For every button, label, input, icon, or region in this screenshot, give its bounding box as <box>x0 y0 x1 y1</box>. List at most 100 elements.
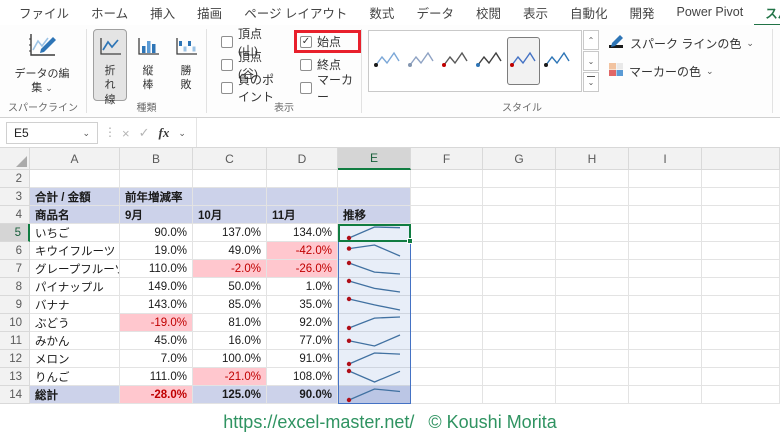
cell-header-推移[interactable]: 推移 <box>338 206 411 224</box>
cell-value-13-3[interactable]: 108.0% <box>267 368 338 386</box>
tab-表示[interactable]: 表示 <box>512 0 559 27</box>
cell[interactable] <box>702 206 780 224</box>
cell[interactable] <box>629 170 702 188</box>
column-header-F[interactable]: F <box>411 148 483 170</box>
column-header-A[interactable]: A <box>30 148 120 170</box>
row-header-2[interactable]: 2 <box>0 170 30 188</box>
edit-data-button[interactable]: データの編集 ⌄ <box>6 30 78 102</box>
checkbox-first-point[interactable]: ✓ 始点 <box>293 30 361 53</box>
cell-value-5-2[interactable]: 137.0% <box>193 224 267 242</box>
cell[interactable] <box>411 260 483 278</box>
cell[interactable] <box>483 224 556 242</box>
cell[interactable] <box>629 314 702 332</box>
cell[interactable] <box>193 188 267 206</box>
cell[interactable] <box>629 224 702 242</box>
style-thumbnail-6[interactable] <box>541 37 574 85</box>
tab-データ[interactable]: データ <box>405 0 465 27</box>
cell-value-12-3[interactable]: 91.0% <box>267 350 338 368</box>
cell[interactable] <box>629 260 702 278</box>
cell-value-11-2[interactable]: 16.0% <box>193 332 267 350</box>
cell[interactable] <box>483 296 556 314</box>
column-header-blank[interactable] <box>702 148 780 170</box>
cell[interactable] <box>120 170 193 188</box>
column-header-D[interactable]: D <box>267 148 338 170</box>
cell-value-6-1[interactable]: 19.0% <box>120 242 193 260</box>
cell-product-8[interactable]: パイナップル <box>30 278 120 296</box>
name-box[interactable]: E5 ⌄ <box>6 122 98 144</box>
marker-color-button[interactable]: マーカーの色 ⌄ <box>608 62 754 80</box>
cancel-icon[interactable]: × <box>122 126 130 141</box>
cell[interactable] <box>556 224 629 242</box>
cell-value-14-1[interactable]: -28.0% <box>120 386 193 404</box>
cell-value-7-2[interactable]: -2.0% <box>193 260 267 278</box>
cell-value-12-2[interactable]: 100.0% <box>193 350 267 368</box>
cell-product-6[interactable]: キウイフルーツ <box>30 242 120 260</box>
type-button-column[interactable]: 縦 棒 <box>131 29 165 101</box>
cell[interactable] <box>702 278 780 296</box>
cell-sparkline-6[interactable] <box>338 242 411 260</box>
formula-input[interactable] <box>196 118 780 147</box>
cell[interactable] <box>411 170 483 188</box>
cell[interactable] <box>629 206 702 224</box>
cell[interactable] <box>556 386 629 404</box>
cell[interactable] <box>702 296 780 314</box>
column-header-H[interactable]: H <box>556 148 629 170</box>
cell[interactable] <box>702 368 780 386</box>
style-thumbnail-3[interactable] <box>439 37 472 85</box>
tab-描画[interactable]: 描画 <box>186 0 233 27</box>
cell[interactable] <box>411 206 483 224</box>
cell[interactable] <box>338 170 411 188</box>
cell[interactable] <box>556 296 629 314</box>
cell[interactable] <box>411 386 483 404</box>
cell-value-9-3[interactable]: 35.0% <box>267 296 338 314</box>
cell[interactable] <box>556 188 629 206</box>
cell-product-5[interactable]: いちご <box>30 224 120 242</box>
cell[interactable] <box>702 314 780 332</box>
cell[interactable] <box>483 188 556 206</box>
cell[interactable] <box>556 332 629 350</box>
cell-value-8-2[interactable]: 50.0% <box>193 278 267 296</box>
cell[interactable] <box>629 296 702 314</box>
cell[interactable] <box>483 368 556 386</box>
cell-value-10-3[interactable]: 92.0% <box>267 314 338 332</box>
cell-value-11-3[interactable]: 77.0% <box>267 332 338 350</box>
cell[interactable] <box>556 368 629 386</box>
cell-product-12[interactable]: メロン <box>30 350 120 368</box>
cell[interactable] <box>411 278 483 296</box>
cell[interactable] <box>411 314 483 332</box>
column-header-I[interactable]: I <box>629 148 702 170</box>
cell[interactable] <box>629 188 702 206</box>
cell-value-14-3[interactable]: 90.0% <box>267 386 338 404</box>
tab-ホーム[interactable]: ホーム <box>80 0 139 27</box>
cell-product-13[interactable]: りんご <box>30 368 120 386</box>
cell-value-5-1[interactable]: 90.0% <box>120 224 193 242</box>
cell[interactable] <box>702 188 780 206</box>
cell[interactable] <box>483 242 556 260</box>
column-header-E[interactable]: E <box>338 148 411 170</box>
cell-header-10月[interactable]: 10月 <box>193 206 267 224</box>
cell-header-9月[interactable]: 9月 <box>120 206 193 224</box>
cell[interactable] <box>556 242 629 260</box>
cell[interactable] <box>702 242 780 260</box>
cell[interactable] <box>483 386 556 404</box>
cell-sparkline-13[interactable] <box>338 368 411 386</box>
cell[interactable] <box>629 350 702 368</box>
row-header-8[interactable]: 8 <box>0 278 30 296</box>
row-header-9[interactable]: 9 <box>0 296 30 314</box>
cell[interactable] <box>483 314 556 332</box>
checkbox-markers[interactable]: マーカー <box>294 73 361 104</box>
cell[interactable] <box>629 332 702 350</box>
cell[interactable] <box>556 206 629 224</box>
cell-total-title[interactable]: 合計 / 金額 <box>30 188 120 206</box>
cell[interactable] <box>193 170 267 188</box>
style-thumbnail-2[interactable] <box>405 37 438 85</box>
tab-挿入[interactable]: 挿入 <box>139 0 186 27</box>
cell-value-7-3[interactable]: -26.0% <box>267 260 338 278</box>
row-header-6[interactable]: 6 <box>0 242 30 260</box>
row-header-11[interactable]: 11 <box>0 332 30 350</box>
cell-value-10-1[interactable]: -19.0% <box>120 314 193 332</box>
tab-自動化[interactable]: 自動化 <box>559 0 619 27</box>
cell[interactable] <box>556 170 629 188</box>
cell[interactable] <box>556 260 629 278</box>
style-thumbnail-5[interactable] <box>507 37 540 85</box>
